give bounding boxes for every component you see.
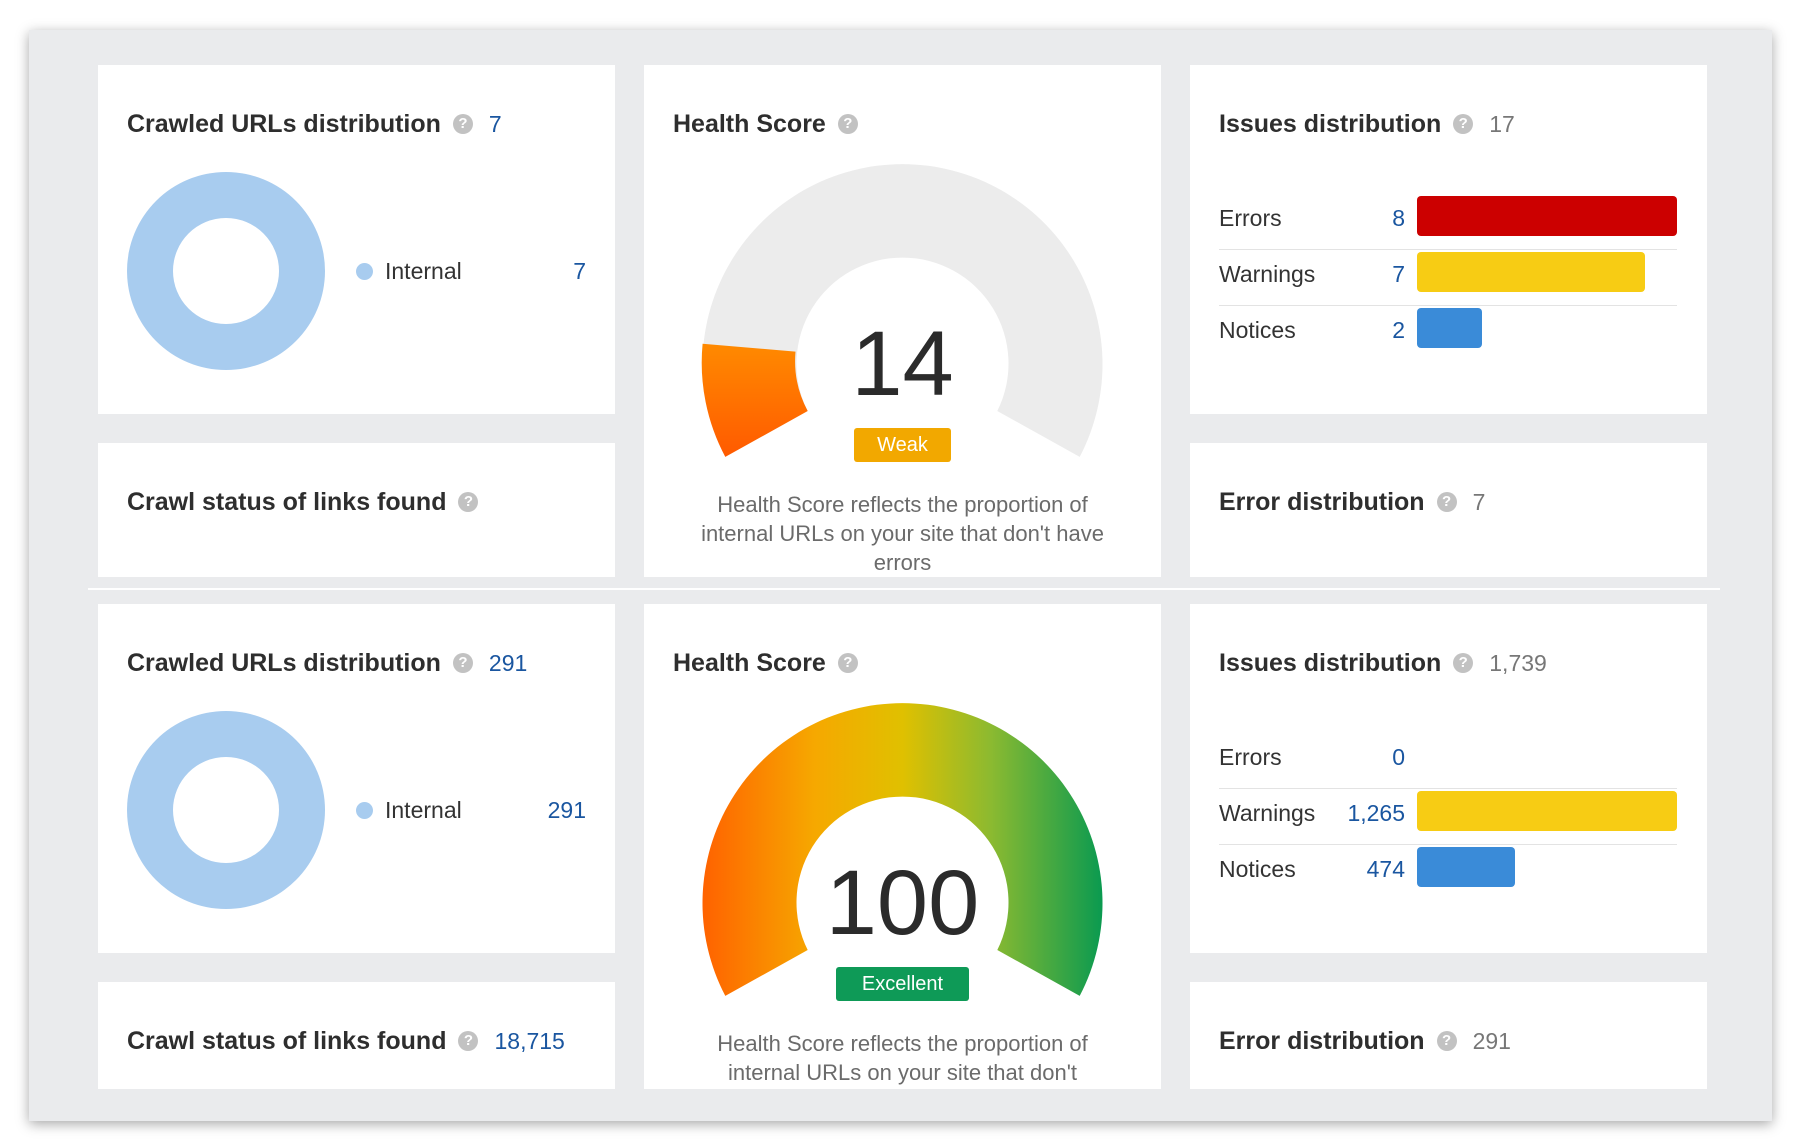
error-distribution-title: Error distribution: [1219, 487, 1425, 516]
internal-legend-dot: [356, 802, 373, 819]
issue-label: Errors: [1219, 744, 1282, 770]
issue-value[interactable]: 7: [1315, 261, 1405, 288]
crawled-urls-count[interactable]: 7: [489, 111, 502, 138]
issue-row-errors[interactable]: Errors 0: [1219, 732, 1677, 789]
crawled-urls-title-row: Crawled URLs distribution ? 7: [127, 109, 502, 139]
error-distribution-title-row: Error distribution ? 7: [1219, 487, 1485, 517]
issue-value[interactable]: 0: [1315, 744, 1405, 771]
error-distribution-title: Error distribution: [1219, 1026, 1425, 1055]
help-icon[interactable]: ?: [1436, 492, 1457, 512]
issue-value[interactable]: 2: [1315, 317, 1405, 344]
help-icon[interactable]: ?: [458, 492, 479, 512]
crawled-urls-donut: [127, 172, 325, 370]
issues-distribution-count: 17: [1489, 110, 1515, 137]
help-icon[interactable]: ?: [1453, 653, 1474, 673]
crawled-urls-card: Crawled URLs distribution ? 7 Internal 7: [98, 65, 615, 414]
issue-label: Notices: [1219, 856, 1296, 882]
crawled-urls-count[interactable]: 291: [489, 650, 527, 677]
internal-legend-label: Internal: [385, 797, 462, 823]
health-score-description: Health Score reflects the proportion of …: [701, 492, 1104, 575]
crawled-urls-donut: [127, 711, 325, 909]
issues-distribution-title: Issues distribution: [1219, 109, 1442, 138]
health-score-badge: Weak: [854, 428, 951, 462]
issue-row-notices[interactable]: Notices 474: [1219, 844, 1677, 900]
issue-label: Errors: [1219, 205, 1282, 231]
crawl-status-title: Crawl status of links found: [127, 1026, 447, 1055]
crawl-status-title: Crawl status of links found: [127, 487, 447, 516]
crawled-urls-card: Crawled URLs distribution ? 291 Internal…: [98, 604, 615, 953]
issue-label: Warnings: [1219, 800, 1316, 826]
issue-label: Warnings: [1219, 261, 1316, 287]
errors-bar[interactable]: [1417, 196, 1677, 236]
crawled-urls-title: Crawled URLs distribution: [127, 648, 441, 677]
help-icon[interactable]: ?: [458, 1031, 479, 1051]
internal-legend-value[interactable]: 7: [573, 258, 586, 285]
issue-row-notices[interactable]: Notices 2: [1219, 305, 1677, 361]
internal-legend-dot: [356, 263, 373, 280]
help-icon[interactable]: ?: [452, 653, 473, 673]
health-score-gauge: [701, 164, 1103, 457]
health-score-gauge: [702, 703, 1103, 996]
error-distribution-title-row: Error distribution ? 291: [1219, 1026, 1511, 1056]
issue-row-errors[interactable]: Errors 8: [1219, 193, 1677, 250]
issue-row-warnings[interactable]: Warnings 1,265: [1219, 788, 1677, 845]
issue-value[interactable]: 1,265: [1315, 800, 1405, 827]
help-icon[interactable]: ?: [1436, 1031, 1457, 1051]
health-score-card: Health Score ? 100 Excellent Health Scor…: [644, 604, 1161, 1089]
crawl-status-card: Crawl status of links found ? 18,715: [98, 982, 615, 1089]
crawled-urls-title: Crawled URLs distribution: [127, 109, 441, 138]
help-icon[interactable]: ?: [452, 114, 473, 134]
issues-distribution-title: Issues distribution: [1219, 648, 1442, 677]
issues-distribution-title-row: Issues distribution ? 1,739: [1219, 648, 1547, 678]
error-distribution-count: 7: [1472, 488, 1486, 515]
health-score-card: Health Score ? 14 Weak Health Score refl…: [644, 65, 1161, 577]
crawl-status-card: Crawl status of links found ?: [98, 443, 615, 577]
internal-legend-label: Internal: [385, 258, 462, 284]
issues-distribution-count: 1,739: [1489, 649, 1547, 676]
error-distribution-card: Error distribution ? 7: [1190, 443, 1707, 577]
panel-divider: [88, 588, 1720, 590]
error-distribution-card: Error distribution ? 291: [1190, 982, 1707, 1089]
notices-bar[interactable]: [1417, 847, 1515, 887]
crawl-status-count[interactable]: 18,715: [494, 1028, 564, 1055]
issue-value[interactable]: 8: [1315, 205, 1405, 232]
notices-bar[interactable]: [1417, 308, 1482, 348]
internal-legend-value[interactable]: 291: [548, 797, 586, 824]
warnings-bar[interactable]: [1417, 252, 1645, 292]
crawled-urls-title-row: Crawled URLs distribution ? 291: [127, 648, 527, 678]
health-score-value: 14: [851, 313, 954, 415]
issues-distribution-card: Issues distribution ? 1,739 Errors 0 War…: [1190, 604, 1707, 953]
health-score-badge: Excellent: [836, 967, 969, 1001]
issue-row-warnings[interactable]: Warnings 7: [1219, 249, 1677, 306]
crawl-status-title-row: Crawl status of links found ? 18,715: [127, 1026, 565, 1056]
warnings-bar[interactable]: [1417, 791, 1677, 831]
issue-value[interactable]: 474: [1315, 856, 1405, 883]
crawl-status-title-row: Crawl status of links found ?: [127, 487, 479, 517]
error-distribution-count: 291: [1472, 1027, 1511, 1054]
issue-label: Notices: [1219, 317, 1296, 343]
help-icon[interactable]: ?: [1453, 114, 1474, 134]
issues-distribution-card: Issues distribution ? 17 Errors 8 Warnin…: [1190, 65, 1707, 414]
issues-distribution-title-row: Issues distribution ? 17: [1219, 109, 1515, 139]
health-score-description: Health Score reflects the proportion of …: [717, 1031, 1088, 1085]
health-score-value: 100: [825, 852, 980, 954]
